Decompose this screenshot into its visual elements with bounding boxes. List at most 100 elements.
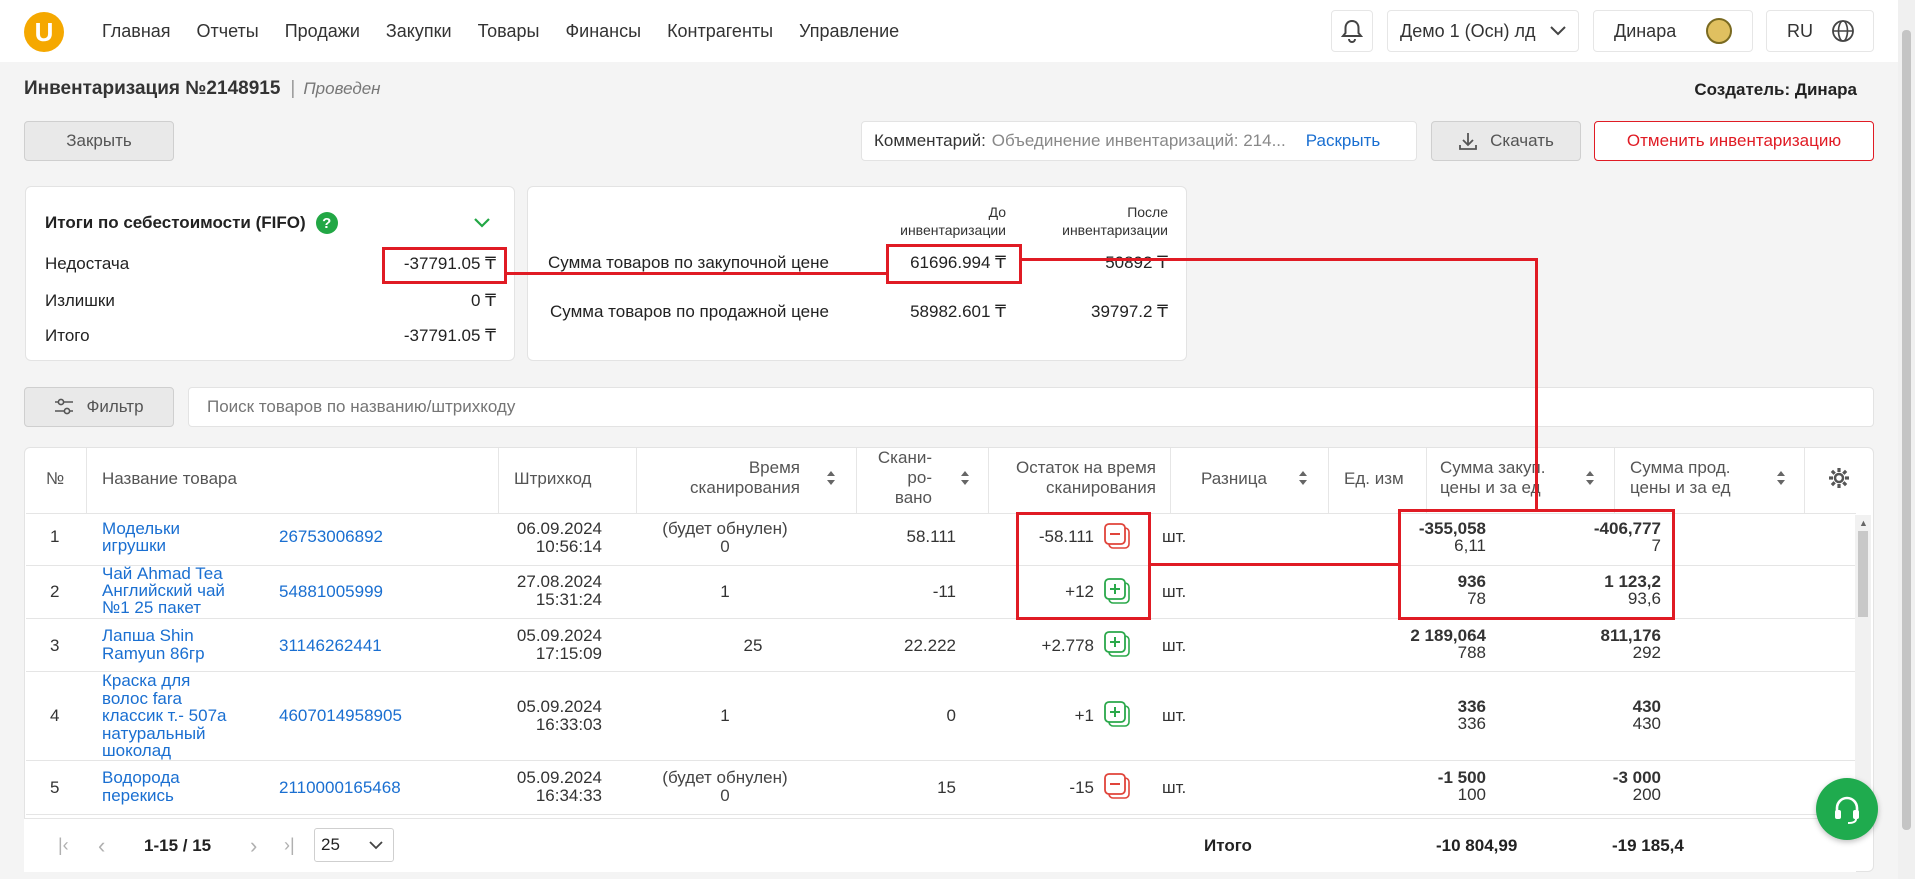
row-num: 5 — [50, 778, 60, 797]
last-page-icon[interactable]: ›| — [284, 835, 295, 856]
expand-comment-link[interactable]: Раскрыть — [1306, 131, 1380, 151]
col-header-sale[interactable]: Сумма прод. цены и за ед — [1630, 458, 1731, 498]
cancel-inventory-button[interactable]: Отменить инвентаризацию — [1594, 121, 1874, 161]
scanned-value: 1 — [720, 706, 730, 725]
support-chat-button[interactable] — [1816, 778, 1878, 840]
filter-button[interactable]: Фильтр — [24, 387, 174, 427]
language-select[interactable]: RU — [1766, 10, 1874, 52]
creator-label: Создатель: Динара — [1694, 80, 1857, 99]
totals-before-value: 58982.601 ₸ — [910, 302, 1006, 321]
sort-icon[interactable] — [1298, 470, 1308, 491]
nav-item-management[interactable]: Управление — [799, 21, 899, 42]
nav-item-products[interactable]: Товары — [478, 21, 540, 42]
sort-icon[interactable] — [1585, 470, 1595, 491]
unit-value: шт. — [1162, 778, 1187, 797]
scanned-note: (будет обнулен) — [662, 768, 788, 787]
first-page-icon[interactable]: |‹ — [58, 835, 69, 856]
sale-sum: 430 — [1632, 697, 1661, 716]
fifo-row-label: Итого — [45, 326, 90, 345]
product-name-line: Чай Ahmad Tea — [102, 564, 223, 583]
after-header-line: инвентаризации — [1062, 222, 1168, 238]
highlight-connector-line — [1535, 258, 1538, 511]
scanned-value: 1 — [720, 582, 730, 601]
notifications-button[interactable] — [1331, 10, 1373, 52]
document-title: Инвентаризация №2148915 — [24, 78, 281, 99]
avatar — [1706, 18, 1732, 44]
col-header-line: Сумма закуп. — [1440, 458, 1546, 477]
product-name-link[interactable]: Водорода перекись — [102, 769, 180, 805]
col-header-name: Название товара — [102, 469, 237, 488]
diff-value: -15 — [1069, 778, 1094, 797]
help-icon[interactable]: ? — [315, 212, 338, 234]
product-name-line: Водорода — [102, 768, 180, 787]
barcode-link[interactable]: 2110000165468 — [279, 778, 401, 798]
next-page-icon[interactable]: › — [250, 833, 257, 859]
app-logo[interactable]: U — [24, 12, 64, 52]
before-header-line: инвентаризации — [900, 222, 1006, 238]
scan-time: 15:31:24 — [535, 590, 602, 609]
nav-item-home[interactable]: Главная — [102, 21, 171, 42]
purchase-sum: -1 500 — [1437, 768, 1486, 787]
scanned-value: 0 — [720, 786, 730, 805]
minus-adjust-icon[interactable] — [1103, 772, 1131, 805]
barcode-link[interactable]: 54881005999 — [279, 582, 383, 602]
page-size-value: 25 — [321, 835, 340, 854]
scanned-note: (будет обнулен) — [662, 519, 788, 538]
product-name-link[interactable]: Чай Ahmad Tea Английский чай №1 25 пакет — [102, 565, 225, 616]
plus-adjust-icon[interactable] — [1103, 630, 1131, 663]
sort-icon[interactable] — [826, 470, 836, 491]
product-search-input[interactable] — [188, 387, 1874, 427]
col-header-barcode: Штрихкод — [514, 469, 592, 488]
highlight-connector-line — [507, 272, 887, 275]
nav-item-reports[interactable]: Отчеты — [197, 21, 259, 42]
chevron-down-icon[interactable] — [474, 218, 490, 228]
col-header-num: № — [46, 469, 65, 488]
sale-cell: 430 430 — [1560, 698, 1661, 732]
product-name-line: натуральный — [102, 723, 206, 743]
scan-time: 16:33:03 — [535, 715, 602, 734]
col-header-line: Скани- — [877, 448, 932, 467]
page-size-select[interactable]: 25 — [314, 828, 394, 862]
nav-item-contractors[interactable]: Контрагенты — [667, 21, 773, 42]
plus-adjust-icon[interactable] — [1103, 700, 1131, 733]
scan-time: 10:56:14 — [535, 537, 602, 556]
scan-time: 17:15:09 — [535, 644, 602, 663]
table-scrollbar[interactable]: ▲ — [1855, 515, 1871, 815]
product-name-line: Английский чай — [102, 581, 225, 600]
stock-value: 58.111 — [906, 527, 956, 546]
col-header-line: сканирования — [690, 478, 800, 497]
col-header-diff[interactable]: Разница — [1201, 469, 1267, 489]
product-name-line: №1 25 пакет — [102, 598, 202, 617]
stock-value: 0 — [946, 706, 956, 725]
footer-purchase-total: -10 804,99 — [1436, 836, 1518, 855]
nav-item-finance[interactable]: Финансы — [565, 21, 641, 42]
page-scrollbar[interactable] — [1898, 0, 1915, 879]
product-name-link[interactable]: Краска для волос fara классик т.- 507а н… — [102, 672, 227, 760]
sort-icon[interactable] — [1776, 470, 1786, 491]
user-menu[interactable]: Динара — [1593, 10, 1753, 52]
col-header-purchase[interactable]: Сумма закуп. цены и за ед — [1440, 458, 1545, 498]
download-button[interactable]: Скачать — [1431, 121, 1581, 161]
page-title: Инвентаризация №2148915 | Проведен — [24, 78, 381, 100]
product-name-line: Лапша Shin — [102, 626, 194, 645]
close-button[interactable]: Закрыть — [24, 121, 174, 161]
sort-icon[interactable] — [960, 470, 970, 491]
sale-unit: 292 — [1632, 643, 1661, 662]
status-badge: Проведен — [303, 79, 381, 98]
product-name-link[interactable]: Модельки игрушки — [102, 520, 180, 554]
prev-page-icon[interactable]: ‹ — [98, 833, 105, 859]
nav-item-sales[interactable]: Продажи — [285, 21, 360, 42]
gear-icon[interactable] — [1828, 467, 1850, 494]
barcode-link[interactable]: 4607014958905 — [279, 706, 402, 726]
product-name-link[interactable]: Лапша Shin Ramyun 86гр — [102, 627, 205, 663]
col-header-scan-time[interactable]: Время сканирования — [650, 458, 800, 498]
col-header-scanned[interactable]: Скани- ро- вано — [860, 448, 932, 508]
row-num: 2 — [50, 582, 60, 601]
scan-date: 27.08.2024 — [516, 572, 602, 591]
store-select[interactable]: Демо 1 (Осн) лд — [1387, 10, 1579, 52]
barcode-link[interactable]: 26753006892 — [279, 527, 383, 547]
col-header-line: цены и за ед — [1440, 478, 1541, 497]
sale-sum: 811,176 — [1600, 626, 1661, 645]
barcode-link[interactable]: 31146262441 — [279, 636, 382, 656]
nav-item-purchases[interactable]: Закупки — [386, 21, 452, 42]
